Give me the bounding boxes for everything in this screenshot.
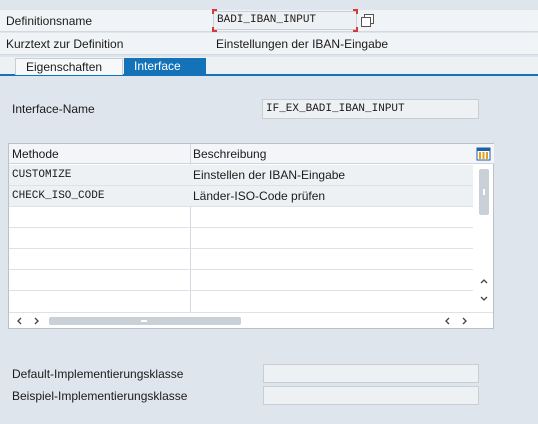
interface-name-label: Interface-Name	[12, 102, 95, 116]
methods-table: Methode Beschreibung CUSTOMIZE Einstelle…	[8, 143, 494, 329]
table-row-description[interactable]: Länder-ISO-Code prüfen	[190, 186, 473, 207]
kurztext-value: Einstellungen der IBAN-Eingabe	[216, 37, 389, 51]
horizontal-scroll-thumb[interactable]	[49, 317, 241, 325]
table-row-method[interactable]: CUSTOMIZE	[9, 165, 190, 186]
table-row-description[interactable]: Einstellen der IBAN-Eingabe	[190, 165, 473, 186]
chevron-up-icon[interactable]	[478, 275, 490, 287]
chevron-right-icon[interactable]	[459, 315, 471, 327]
interface-name-field[interactable]: IF_EX_BADI_IBAN_INPUT	[262, 99, 479, 119]
table-row-empty[interactable]	[9, 207, 473, 228]
beispiel-impl-field[interactable]	[263, 386, 479, 405]
table-row-method[interactable]: CHECK_ISO_CODE	[9, 186, 190, 207]
definitionsname-row: Definitionsname BADI_IBAN_INPUT	[0, 9, 538, 32]
column-header-methode[interactable]: Methode	[9, 144, 190, 164]
horizontal-scrollbar[interactable]	[9, 312, 493, 328]
column-layout-icon	[476, 147, 491, 161]
definitionsname-label: Definitionsname	[6, 14, 93, 28]
default-impl-label: Default-Implementierungsklasse	[12, 367, 184, 381]
focus-corner-bl	[212, 27, 217, 32]
kurztext-row: Kurztext zur Definition Einstellungen de…	[0, 33, 538, 55]
focus-corner-tr	[353, 9, 358, 14]
focus-corner-tl	[212, 9, 217, 14]
kurztext-label: Kurztext zur Definition	[6, 37, 124, 51]
chevron-down-icon[interactable]	[478, 293, 490, 305]
table-row-empty[interactable]	[9, 228, 473, 249]
chevron-left-icon[interactable]	[13, 315, 25, 327]
table-row-empty[interactable]	[9, 249, 473, 270]
tab-interface[interactable]: Interface	[124, 58, 206, 75]
vertical-scroll-thumb[interactable]	[479, 169, 489, 215]
vertical-scrollbar[interactable]	[475, 165, 493, 312]
table-row-empty[interactable]	[9, 270, 473, 291]
copy-icon[interactable]	[360, 13, 375, 28]
definitionsname-field[interactable]: BADI_IBAN_INPUT	[213, 11, 357, 30]
default-impl-field[interactable]	[263, 364, 479, 383]
chevron-left-icon[interactable]	[441, 315, 453, 327]
table-row-empty[interactable]	[9, 291, 473, 312]
beispiel-impl-label: Beispiel-Implementierungsklasse	[12, 389, 188, 403]
tab-eigenschaften[interactable]: Eigenschaften	[15, 58, 123, 75]
focus-corner-br	[353, 27, 358, 32]
column-header-beschreibung[interactable]: Beschreibung	[190, 144, 473, 164]
layout-button[interactable]	[473, 144, 494, 164]
chevron-right-icon[interactable]	[31, 315, 43, 327]
